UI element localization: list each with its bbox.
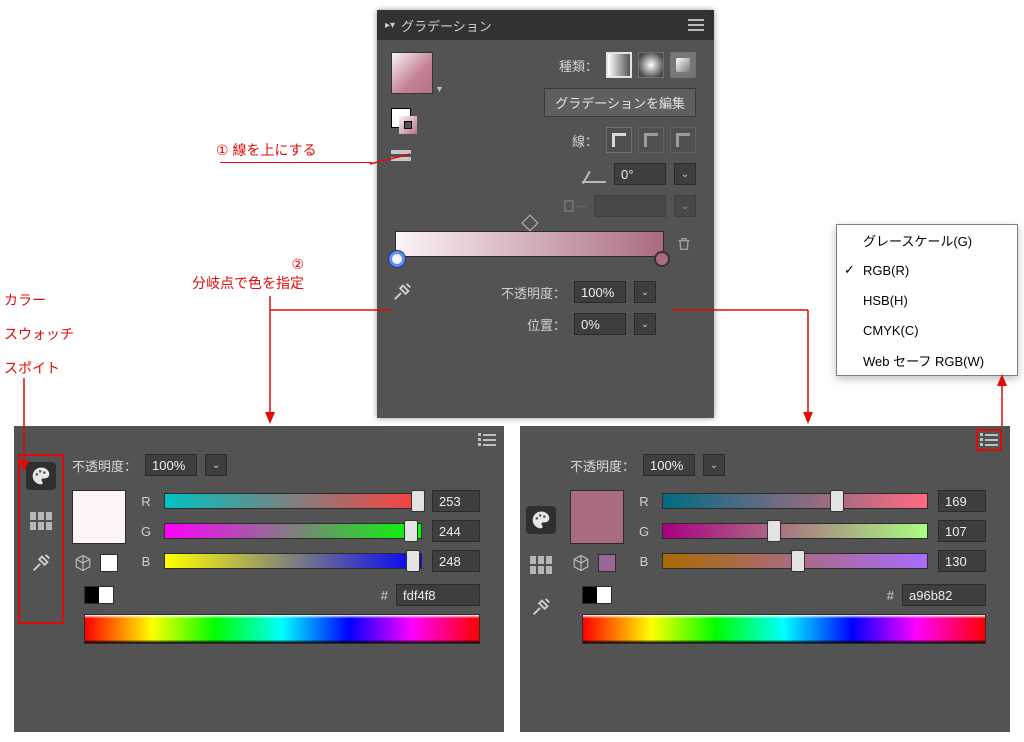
annotation-step1-leader — [370, 154, 410, 156]
hex-input[interactable]: fdf4f8 — [396, 584, 480, 606]
color-palette-icon[interactable] — [26, 462, 56, 490]
type-linear-button[interactable] — [606, 52, 632, 78]
edit-gradient-button[interactable]: グラデーションを編集 — [544, 88, 696, 117]
b-slider[interactable] — [164, 553, 422, 569]
swatches-icon[interactable] — [30, 512, 52, 530]
color-panel-left: 不透明度： 100% ⌄ R — [14, 426, 504, 732]
stroke-swatch[interactable] — [399, 116, 417, 134]
angle-icon — [582, 165, 606, 183]
websafe-swatch[interactable] — [100, 554, 118, 572]
annotation-step1: ① 線を上にする — [216, 140, 317, 160]
g-input[interactable]: 107 — [938, 520, 986, 542]
opacity-input[interactable]: 100% — [643, 454, 695, 476]
opacity-label: 不透明度： — [72, 456, 137, 475]
delete-stop-icon[interactable] — [676, 235, 692, 253]
g-slider[interactable] — [164, 523, 422, 539]
g-label: G — [636, 524, 652, 539]
annotation-step1-underline — [220, 162, 372, 163]
position-dropdown[interactable]: ⌄ — [634, 313, 656, 335]
angle-input[interactable]: 0° — [614, 163, 666, 185]
annotation-connector — [672, 310, 812, 312]
swatches-icon[interactable] — [530, 556, 552, 574]
hex-label: # — [381, 588, 388, 603]
current-color-swatch[interactable] — [570, 490, 624, 544]
r-slider[interactable] — [164, 493, 422, 509]
aspect-dropdown: ⌄ — [674, 195, 696, 217]
color-picker-eyedropper-icon[interactable] — [30, 552, 52, 574]
panel-options-icon[interactable] — [478, 433, 496, 447]
websafe-swatch[interactable] — [598, 554, 616, 572]
color-cube-icon[interactable] — [572, 554, 590, 572]
gradient-panel-titlebar: ▸▾ グラデーション — [377, 10, 714, 40]
r-input[interactable]: 253 — [432, 490, 480, 512]
stroke-label: 線： — [572, 131, 598, 150]
opacity-label: 不透明度： — [501, 283, 566, 302]
panel-menu-icon[interactable] — [688, 19, 704, 31]
color-palette-icon[interactable] — [526, 506, 556, 534]
menu-item-websafe[interactable]: Web セーフ RGB(W) — [837, 345, 1017, 375]
b-label: B — [138, 554, 154, 569]
annotation-arrow — [24, 378, 26, 474]
gradient-swatch-dropdown-icon[interactable]: ▼ — [435, 84, 444, 94]
annotation-sidelabels: カラー スウォッチ スポイト — [4, 290, 74, 378]
opacity-input[interactable]: 100% — [145, 454, 197, 476]
color-spectrum[interactable] — [582, 614, 986, 644]
g-slider[interactable] — [662, 523, 928, 539]
gradient-stop-right[interactable] — [654, 251, 670, 267]
menu-item-grayscale[interactable]: グレースケール(G) — [837, 225, 1017, 255]
stroke-type-1[interactable] — [606, 127, 632, 153]
midpoint-diamond-icon[interactable] — [521, 215, 538, 232]
color-picker-eyedropper-icon[interactable] — [530, 596, 552, 618]
color-cube-icon[interactable] — [74, 554, 92, 572]
aspect-input — [594, 195, 666, 217]
type-freeform-button[interactable] — [670, 52, 696, 78]
gradient-panel: ▸▾ グラデーション ▼ 種類： — [377, 10, 714, 418]
panel-options-icon[interactable] — [976, 429, 1002, 451]
menu-item-cmyk[interactable]: CMYK(C) — [837, 315, 1017, 345]
b-input[interactable]: 248 — [432, 550, 480, 572]
color-mode-menu: グレースケール(G) RGB(R) HSB(H) CMYK(C) Web セーフ… — [836, 224, 1018, 376]
annotation-step2: ② 分岐点で色を指定 — [192, 256, 304, 293]
b-slider[interactable] — [662, 553, 928, 569]
color-panel-right: 不透明度： 100% ⌄ R — [520, 426, 1010, 732]
g-label: G — [138, 524, 154, 539]
r-label: R — [636, 494, 652, 509]
black-white-swatch[interactable] — [582, 586, 612, 604]
g-input[interactable]: 244 — [432, 520, 480, 542]
annotation-arrow — [808, 310, 810, 426]
angle-dropdown[interactable]: ⌄ — [674, 163, 696, 185]
opacity-label: 不透明度： — [570, 456, 635, 475]
hex-label: # — [887, 588, 894, 603]
fill-stroke-toggle[interactable] — [391, 108, 417, 134]
stroke-type-3[interactable] — [670, 127, 696, 153]
b-label: B — [636, 554, 652, 569]
opacity-input[interactable]: 100% — [574, 281, 626, 303]
type-radial-button[interactable] — [638, 52, 664, 78]
b-input[interactable]: 130 — [938, 550, 986, 572]
opacity-dropdown[interactable]: ⌄ — [703, 454, 725, 476]
position-label: 位置： — [527, 315, 566, 334]
color-spectrum[interactable] — [84, 614, 480, 644]
opacity-dropdown[interactable]: ⌄ — [205, 454, 227, 476]
black-white-swatch[interactable] — [84, 586, 114, 604]
r-label: R — [138, 494, 154, 509]
menu-item-rgb[interactable]: RGB(R) — [837, 255, 1017, 285]
collapse-chevron-icon[interactable]: ▸▾ — [385, 20, 395, 31]
position-input[interactable]: 0% — [574, 313, 626, 335]
hex-input[interactable]: a96b82 — [902, 584, 986, 606]
gradient-ramp[interactable] — [395, 231, 664, 257]
current-color-swatch[interactable] — [72, 490, 126, 544]
stroke-type-2[interactable] — [638, 127, 664, 153]
type-label: 種類： — [559, 56, 598, 75]
gradient-panel-title: グラデーション — [401, 16, 492, 35]
opacity-dropdown[interactable]: ⌄ — [634, 281, 656, 303]
r-slider[interactable] — [662, 493, 928, 509]
menu-item-hsb[interactable]: HSB(H) — [837, 285, 1017, 315]
r-input[interactable]: 169 — [938, 490, 986, 512]
aspect-ratio-icon — [564, 200, 586, 212]
gradient-stop-left[interactable] — [389, 251, 405, 267]
annotation-connector — [270, 296, 400, 316]
gradient-preview-swatch[interactable] — [391, 52, 433, 94]
annotation-arrow — [1002, 376, 1004, 430]
